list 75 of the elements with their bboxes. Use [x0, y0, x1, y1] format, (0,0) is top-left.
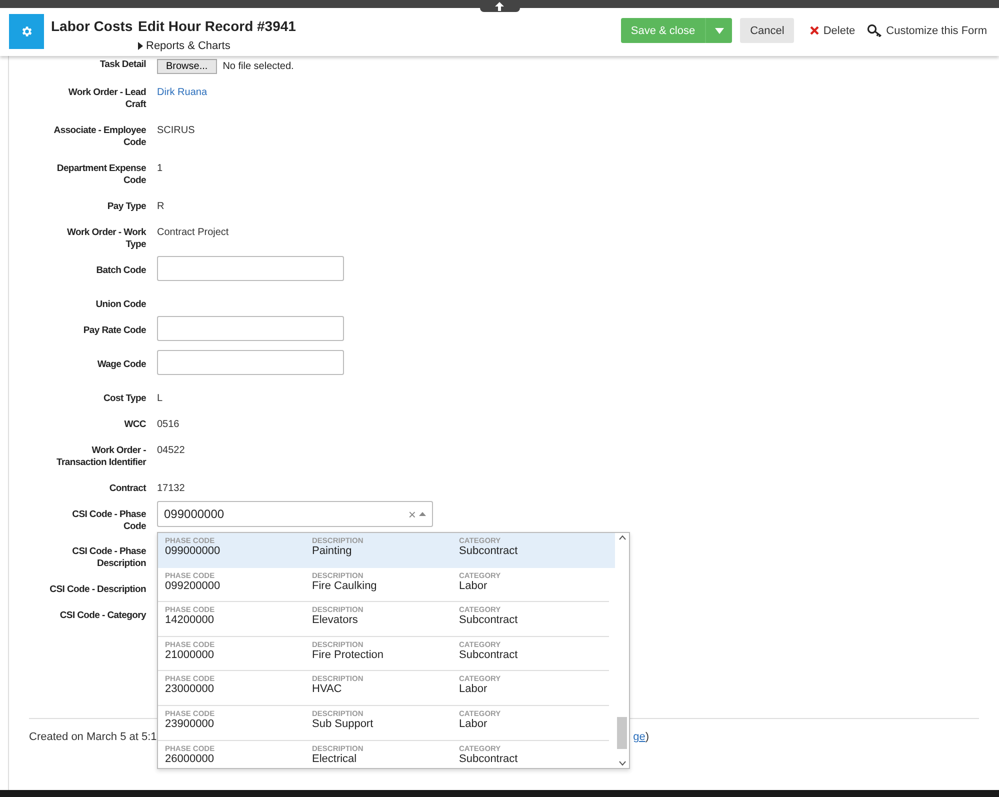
caret-up-icon[interactable] — [419, 512, 426, 516]
option-value: Fire Protection — [312, 648, 385, 662]
field-value: 04522 — [157, 445, 185, 457]
field-label: CSI Code - Description — [48, 584, 146, 596]
record-title: Edit Hour Record #3941 — [138, 18, 296, 34]
option-value: Elevators — [312, 614, 359, 628]
field-label: Contract — [108, 483, 146, 495]
footer-link[interactable]: ge — [633, 731, 646, 743]
module-title: Labor Costs — [51, 18, 134, 34]
field-label: Pay Type — [106, 201, 146, 213]
reports-charts-link[interactable]: Reports & Charts — [138, 40, 296, 52]
scrollbar-thumb[interactable] — [617, 717, 627, 749]
option-value: Subcontract — [459, 752, 519, 766]
close-icon — [810, 26, 820, 35]
field-value: 1 — [157, 163, 163, 175]
customize-form-link[interactable]: Customize this Form — [867, 24, 987, 37]
field-label: CSI Code - Category — [58, 610, 146, 622]
option-value: 099000000 — [165, 545, 222, 558]
option-value: Painting — [312, 545, 353, 558]
field-value: 17132 — [157, 483, 185, 495]
created-info: Created on March 5 at 5:1 — [29, 731, 157, 745]
option-value: 23000000 — [165, 683, 215, 696]
browse-button[interactable]: Browse... — [157, 59, 217, 74]
option-value: Labor — [459, 580, 488, 593]
chevron-up-icon[interactable] — [618, 535, 626, 540]
input-field[interactable] — [157, 316, 344, 341]
option-value: 14200000 — [165, 614, 215, 628]
search-icon — [867, 24, 882, 37]
option-value: Sub Support — [312, 718, 374, 731]
option-value: Electrical — [312, 752, 358, 766]
option-value: 099200000 — [165, 580, 222, 593]
file-status: No file selected. — [222, 60, 294, 74]
option-value: Labor — [459, 718, 488, 731]
field-label: WCC — [123, 419, 146, 431]
field-label: Pay Rate Code — [82, 325, 146, 337]
scrollbar[interactable] — [615, 533, 629, 768]
field-label: Task Detail — [98, 59, 146, 71]
field-value: R — [157, 201, 164, 213]
chevron-down-icon[interactable] — [618, 761, 626, 766]
field-label: Wage Code — [96, 359, 146, 371]
cancel-button[interactable]: Cancel — [740, 18, 794, 43]
field-value: SCIRUS — [157, 125, 195, 137]
field-label: Associate - Employee Code — [52, 125, 146, 149]
field-value: L — [157, 393, 163, 405]
input-field[interactable] — [157, 256, 344, 281]
field-label: Work Order - Transaction Identifier — [56, 445, 146, 469]
option-value: 26000000 — [165, 752, 215, 766]
field-label: Union Code — [94, 299, 146, 311]
footer-text: ge) — [633, 731, 649, 745]
option-value: Subcontract — [459, 648, 519, 662]
arrow-up-icon[interactable] — [495, 2, 504, 10]
field-label: CSI Code - Phase Code — [71, 509, 146, 533]
option-value: Subcontract — [459, 545, 519, 558]
phase-code-combobox[interactable]: 099000000 × — [157, 501, 433, 527]
field-label: Cost Type — [102, 393, 146, 405]
clear-icon[interactable]: × — [408, 506, 416, 522]
input-field[interactable] — [157, 350, 344, 375]
field-value: Contract Project — [157, 227, 229, 239]
settings-button[interactable] — [9, 14, 44, 49]
option-value: 21000000 — [165, 648, 215, 662]
field-label: Work Order - Lead Craft — [67, 87, 146, 111]
delete-button[interactable]: Delete — [810, 24, 856, 36]
field-label: CSI Code - Phase Description — [71, 546, 146, 570]
option-value: HVAC — [312, 683, 343, 696]
field-label: Batch Code — [95, 265, 146, 277]
option-value: 23900000 — [165, 718, 215, 731]
settings-icon — [20, 25, 33, 38]
field-link[interactable]: Dirk Ruana — [157, 87, 208, 99]
option-value: Fire Caulking — [312, 580, 378, 593]
field-label: Department Expense Code — [56, 163, 146, 187]
option-value: Subcontract — [459, 614, 519, 628]
field-value: 0516 — [157, 419, 180, 431]
triangle-right-icon — [138, 42, 143, 50]
field-label: Work Order - Work Type — [66, 227, 146, 251]
option-value: Labor — [459, 683, 488, 696]
